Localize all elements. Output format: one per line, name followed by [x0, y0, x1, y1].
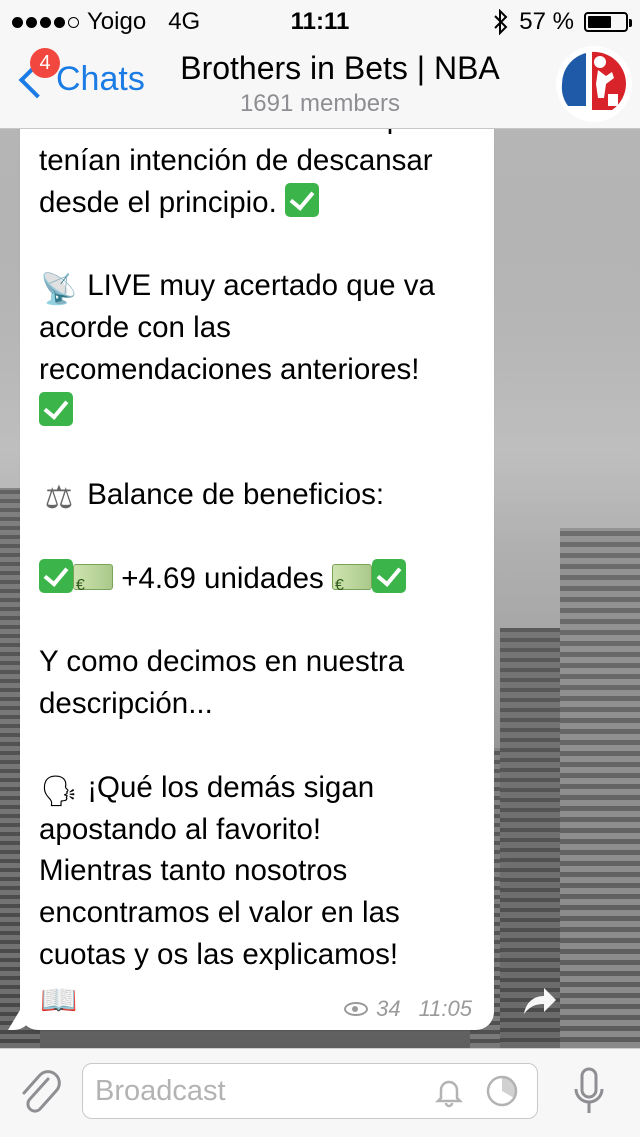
- message-time: 11:05: [418, 996, 472, 1021]
- share-button[interactable]: [518, 982, 558, 1022]
- message-line: descripción...: [39, 687, 213, 721]
- satellite-icon: [39, 269, 79, 305]
- broadcast-placeholder: Broadcast: [95, 1075, 226, 1107]
- message-line: +4.69 unidades: [39, 558, 484, 607]
- check-icon: [285, 182, 319, 217]
- top-bar: Yoigo 4G 11:11 57 % Chats 4 Brothers in …: [0, 0, 640, 129]
- nav-bar: Chats 4 Brothers in Bets | NBA 1691 memb…: [0, 40, 640, 128]
- message-line: recomendaciones anteriores!: [39, 352, 420, 386]
- check-icon: [372, 558, 406, 593]
- scale-icon: [39, 477, 79, 513]
- status-bar: Yoigo 4G 11:11 57 %: [0, 8, 640, 36]
- message-bubble[interactable]: con unos Suns cansados que tenían intenc…: [20, 92, 494, 1030]
- message-line: encontramos el valor en las: [39, 896, 400, 930]
- book-icon: [39, 980, 79, 1016]
- attach-icon[interactable]: [18, 1067, 62, 1119]
- check-icon: [39, 391, 73, 426]
- bell-icon[interactable]: [433, 1076, 465, 1108]
- speaking-head-icon: [39, 771, 79, 807]
- eye-icon: [344, 1002, 369, 1016]
- message-line: tenían intención de descansar: [39, 143, 433, 177]
- check-icon: [39, 558, 73, 593]
- chat-title[interactable]: Brothers in Bets | NBA: [0, 50, 640, 87]
- channel-avatar[interactable]: [556, 46, 632, 122]
- money-icon: [73, 563, 113, 607]
- share-icon: [524, 988, 556, 1014]
- message-line: ¡Qué los demás sigan: [39, 767, 484, 809]
- input-bar: Broadcast: [0, 1048, 640, 1137]
- money-icon: [332, 563, 372, 607]
- broadcast-input[interactable]: Broadcast: [82, 1063, 538, 1119]
- timer-icon[interactable]: [485, 1074, 519, 1108]
- message-line: [39, 391, 484, 433]
- mic-icon[interactable]: [572, 1065, 606, 1121]
- message-line: Balance de beneficios:: [39, 474, 484, 516]
- message-line: apostando al favorito!: [39, 812, 322, 846]
- message-line: acorde con las: [39, 310, 231, 344]
- battery-icon: [584, 12, 632, 32]
- message-meta: 34 11:05: [344, 996, 472, 1022]
- member-count: 1691 members: [239, 90, 401, 117]
- message-line: Mientras tanto nosotros: [39, 854, 348, 888]
- view-count: 34: [376, 996, 401, 1021]
- bluetooth-icon: [494, 9, 508, 35]
- message-text: con unos Suns cansados que tenían intenc…: [39, 92, 484, 1018]
- message-line: desde el principio.: [39, 182, 484, 224]
- message-line: Y como decimos en nuestra: [39, 645, 405, 679]
- message-line: cuotas y os las explicamos!: [39, 937, 399, 971]
- message-line: LIVE muy acertado que va: [39, 265, 484, 307]
- battery-percent: 57 %: [519, 8, 574, 35]
